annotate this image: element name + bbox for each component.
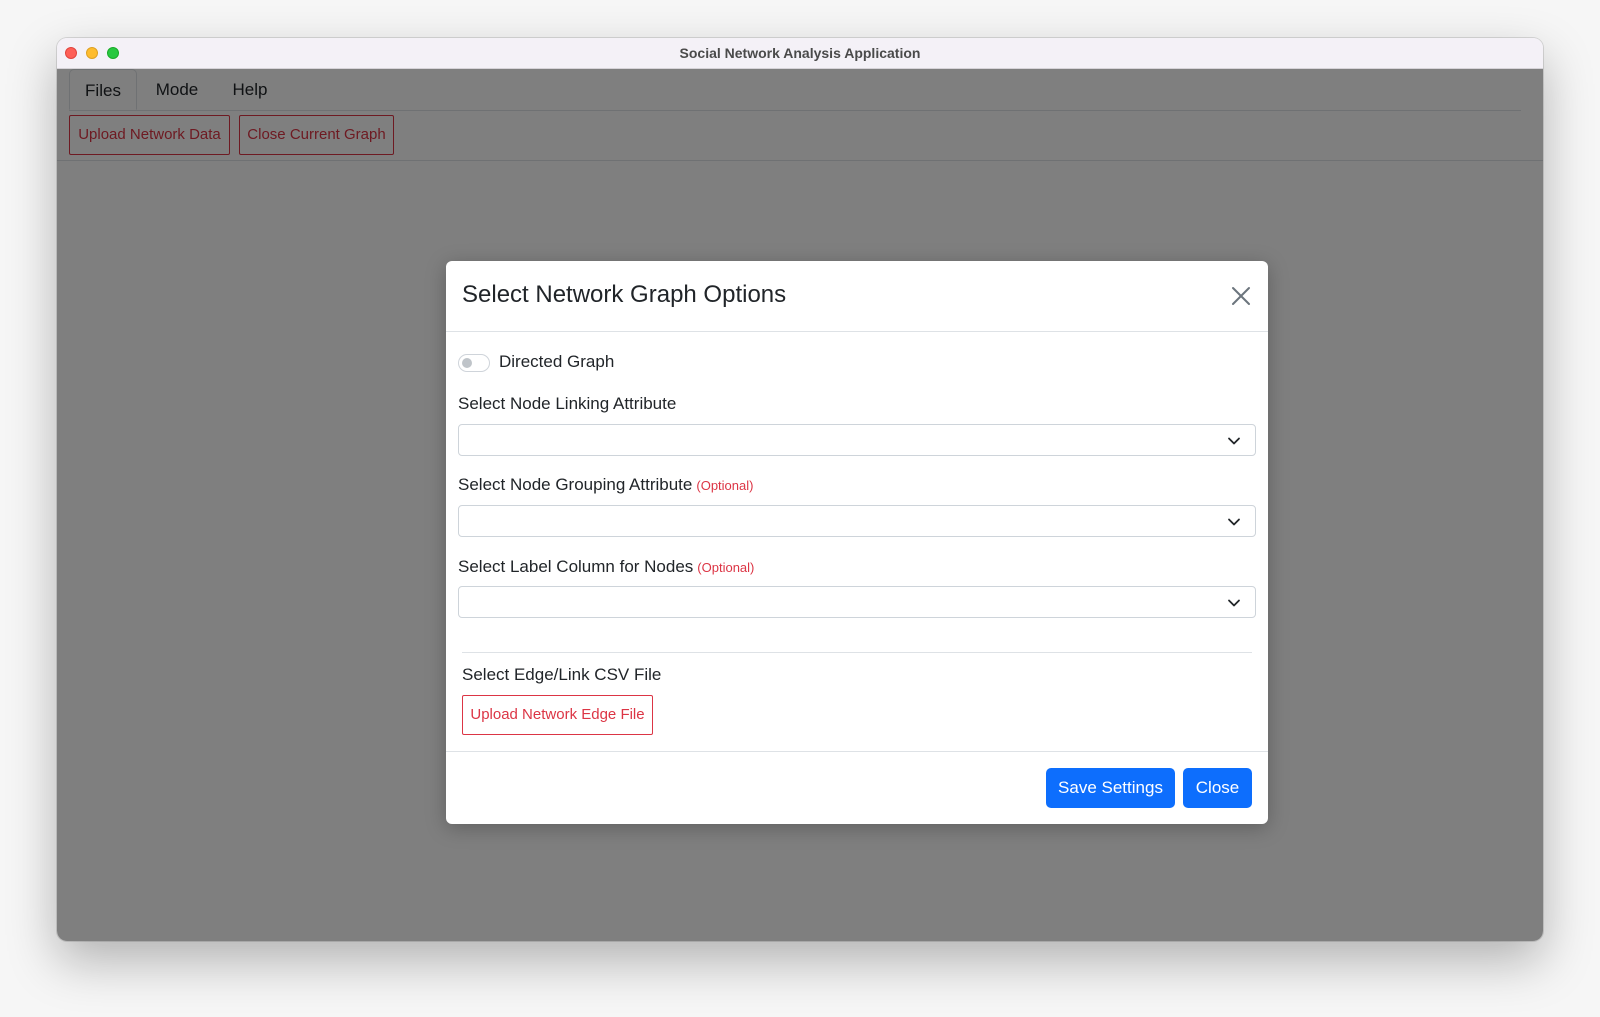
directed-graph-label: Directed Graph [499, 352, 615, 371]
node-linking-label-text: Select Node Linking Attribute [458, 394, 677, 413]
app-window: Social Network Analysis Application File… [57, 38, 1543, 941]
chevron-down-icon [1228, 518, 1240, 526]
modal-title: Select Network Graph Options [462, 281, 787, 308]
window-title: Social Network Analysis Application [679, 45, 921, 61]
close-icon[interactable] [1228, 283, 1254, 309]
toggle-knob [462, 358, 472, 368]
label-column-label-text: Select Label Column for Nodes [458, 557, 694, 576]
node-linking-select[interactable] [458, 424, 1256, 456]
graph-options-modal: Select Network Graph Options Directed Gr… [446, 261, 1268, 824]
optional-tag: (Optional) [697, 560, 755, 575]
edge-section-divider [462, 652, 1252, 653]
node-grouping-select[interactable] [458, 505, 1256, 537]
chevron-down-icon [1228, 599, 1240, 607]
app-body: Files Mode Help Upload Network Data Clos… [57, 69, 1543, 941]
node-grouping-label-text: Select Node Grouping Attribute [458, 475, 693, 494]
window-titlebar: Social Network Analysis Application [57, 38, 1543, 69]
modal-header: Select Network Graph Options [446, 261, 1268, 332]
node-grouping-label: Select Node Grouping Attribute (Optional) [458, 475, 753, 495]
edge-file-label: Select Edge/Link CSV File [462, 665, 662, 684]
label-column-label: Select Label Column for Nodes (Optional) [458, 557, 754, 577]
node-linking-label: Select Node Linking Attribute [458, 394, 676, 414]
optional-tag: (Optional) [696, 478, 754, 493]
directed-graph-toggle[interactable] [458, 354, 490, 372]
label-column-select[interactable] [458, 586, 1256, 618]
modal-footer: Save Settings Close [446, 751, 1268, 824]
save-settings-button[interactable]: Save Settings [1046, 768, 1175, 808]
chevron-down-icon [1228, 437, 1240, 445]
upload-edge-file-button[interactable]: Upload Network Edge File [462, 695, 653, 735]
close-modal-button[interactable]: Close [1183, 768, 1252, 808]
